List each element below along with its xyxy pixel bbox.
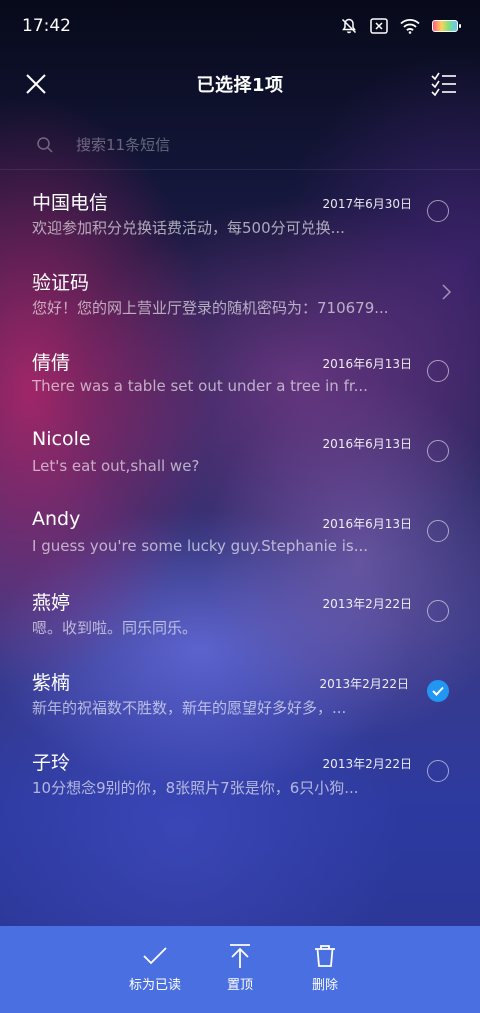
pin-top-icon	[228, 942, 252, 970]
message-item[interactable]: 燕婷 2013年2月22日 嗯。收到啦。同乐同乐。	[0, 572, 480, 652]
message-date: 2016年6月13日	[322, 437, 412, 451]
message-folder-item[interactable]: 验证码 您好！您的网上营业厅登录的随机密码为：710679...	[0, 252, 480, 332]
delete-button[interactable]: 删除	[280, 926, 370, 1013]
battery-icon	[432, 20, 461, 32]
mute-icon	[340, 17, 358, 35]
no-sim-icon	[370, 18, 388, 34]
bottom-action-bar: 标为已读 置顶 删除	[0, 926, 480, 1013]
contact-name: Andy	[32, 508, 81, 530]
message-date: 2013年2月22日	[322, 757, 412, 771]
message-item[interactable]: Andy 2016年6月13日 I guess you're some luck…	[0, 492, 480, 572]
check-icon	[141, 942, 169, 970]
message-preview: 10分想念9别的你，8张照片7张是你，6只小狗...	[32, 779, 359, 797]
search-icon	[36, 136, 54, 158]
search-input[interactable]: 搜索11条短信	[76, 134, 170, 155]
status-icons	[340, 17, 461, 35]
select-checkbox[interactable]	[427, 440, 449, 462]
message-item[interactable]: 子玲 2013年2月22日 10分想念9别的你，8张照片7张是你，6只小狗...	[0, 732, 480, 812]
message-date: 2016年6月13日	[322, 357, 412, 371]
message-date: 2013年2月22日	[319, 677, 409, 691]
message-preview: 新年的祝福数不胜数，新年的愿望好多好多，...	[32, 699, 347, 717]
contact-name: 紫楠	[32, 672, 71, 694]
select-checkbox[interactable]	[427, 600, 449, 622]
contact-name: 子玲	[32, 752, 71, 774]
contact-name: 验证码	[32, 272, 90, 294]
chevron-right-icon	[440, 283, 452, 305]
contact-name: Nicole	[32, 428, 91, 450]
message-item[interactable]: 倩倩 2016年6月13日 There was a table set out …	[0, 332, 480, 412]
select-checkbox[interactable]	[427, 200, 449, 222]
page-title: 已选择1项	[196, 75, 284, 96]
trash-icon	[314, 942, 336, 970]
status-bar: 17:42	[0, 0, 480, 52]
message-date: 2013年2月22日	[322, 597, 412, 611]
message-date: 2016年6月13日	[322, 517, 412, 531]
checkmark-icon	[432, 686, 444, 696]
message-date: 2017年6月30日	[322, 197, 412, 211]
status-time: 17:42	[22, 16, 71, 36]
message-preview: I guess you're some lucky guy.Stephanie …	[32, 537, 369, 555]
contact-name: 中国电信	[32, 192, 109, 214]
select-checkbox[interactable]	[427, 360, 449, 382]
select-all-icon[interactable]	[430, 70, 458, 98]
wifi-icon	[400, 18, 420, 34]
message-preview: 欢迎参加积分兑换话费活动，每500分可兑换...	[32, 219, 345, 237]
mark-read-label: 标为已读	[128, 978, 181, 993]
select-checkbox[interactable]	[427, 760, 449, 782]
message-preview: 您好！您的网上营业厅登录的随机密码为：710679...	[32, 299, 389, 317]
search-bar[interactable]: 搜索11条短信	[0, 120, 480, 170]
message-item-selected[interactable]: 紫楠 2013年2月22日 新年的祝福数不胜数，新年的愿望好多好多，...	[0, 652, 480, 732]
pin-top-label: 置顶	[226, 978, 253, 993]
pin-top-button[interactable]: 置顶	[195, 926, 285, 1013]
select-checkbox[interactable]	[427, 520, 449, 542]
close-icon[interactable]	[22, 70, 50, 98]
mark-read-button[interactable]: 标为已读	[110, 926, 200, 1013]
contact-name: 燕婷	[32, 592, 71, 614]
contact-name: 倩倩	[32, 352, 71, 374]
delete-label: 删除	[311, 978, 338, 993]
selected-checkbox[interactable]	[427, 680, 449, 702]
message-preview: Let's eat out,shall we?	[32, 457, 200, 475]
message-item[interactable]: 中国电信 2017年6月30日 欢迎参加积分兑换话费活动，每500分可兑换...	[0, 172, 480, 252]
message-item[interactable]: Nicole 2016年6月13日 Let's eat out,shall we…	[0, 412, 480, 492]
message-preview: 嗯。收到啦。同乐同乐。	[32, 619, 198, 637]
message-preview: There was a table set out under a tree i…	[32, 377, 368, 395]
selection-header: 已选择1项	[0, 58, 480, 110]
